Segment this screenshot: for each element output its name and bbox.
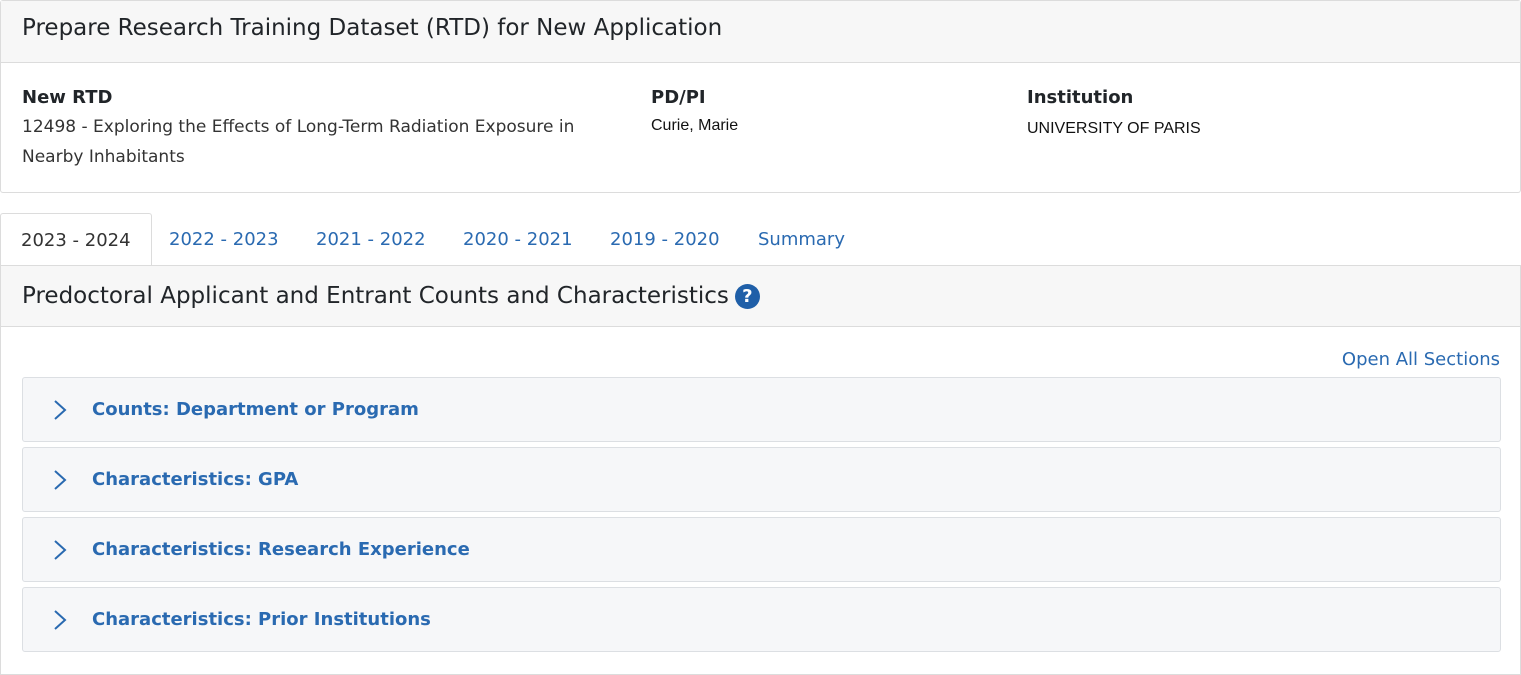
rtd-value: 12498 - Exploring the Effects of Long-Te… <box>22 117 575 167</box>
pdpi-info: PD/PI Curie, Marie <box>651 84 981 140</box>
rtd-info: New RTD 12498 - Exploring the Effects of… <box>22 84 622 172</box>
tab-2020-2021[interactable]: 2020 - 2021 <box>463 213 573 266</box>
tab-2021-2022[interactable]: 2021 - 2022 <box>316 213 426 266</box>
tab-2019-2020[interactable]: 2019 - 2020 <box>610 213 720 266</box>
chevron-right-icon <box>54 609 67 630</box>
pdpi-label: PD/PI <box>651 87 706 108</box>
pdpi-value: Curie, Marie <box>651 117 739 134</box>
section-card: Predoctoral Applicant and Entrant Counts… <box>0 265 1521 675</box>
accordion-label: Characteristics: Research Experience <box>92 539 470 560</box>
accordion-label: Characteristics: GPA <box>92 469 299 490</box>
tab-2022-2023[interactable]: 2022 - 2023 <box>169 213 279 266</box>
tab-summary[interactable]: Summary <box>758 213 845 266</box>
institution-info: Institution UNIVERSITY OF PARIS <box>1027 84 1477 143</box>
accordion-characteristics-research-experience[interactable]: Characteristics: Research Experience <box>22 517 1501 582</box>
accordion-label: Counts: Department or Program <box>92 399 419 420</box>
rtd-label: New RTD <box>22 87 113 108</box>
chevron-right-icon <box>54 469 67 490</box>
accordion-characteristics-gpa[interactable]: Characteristics: GPA <box>22 447 1501 512</box>
accordion-counts-department[interactable]: Counts: Department or Program <box>22 377 1501 442</box>
chevron-right-icon <box>54 399 67 420</box>
question-circle-icon[interactable]: ? <box>734 283 760 309</box>
page-title: Prepare Research Training Dataset (RTD) … <box>1 1 1520 63</box>
year-tabs: 2023 - 2024 2022 - 2023 2021 - 2022 2020… <box>0 213 1521 267</box>
application-info-card: Prepare Research Training Dataset (RTD) … <box>0 0 1521 193</box>
institution-label: Institution <box>1027 87 1134 108</box>
tab-2023-2024[interactable]: 2023 - 2024 <box>0 213 152 267</box>
chevron-right-icon <box>54 539 67 560</box>
accordion-label: Characteristics: Prior Institutions <box>92 609 431 630</box>
open-all-sections-link[interactable]: Open All Sections <box>1342 349 1500 370</box>
institution-value: UNIVERSITY OF PARIS <box>1027 120 1201 137</box>
accordion-characteristics-prior-institutions[interactable]: Characteristics: Prior Institutions <box>22 587 1501 652</box>
section-title: Predoctoral Applicant and Entrant Counts… <box>22 283 729 309</box>
section-header: Predoctoral Applicant and Entrant Counts… <box>1 265 1520 327</box>
